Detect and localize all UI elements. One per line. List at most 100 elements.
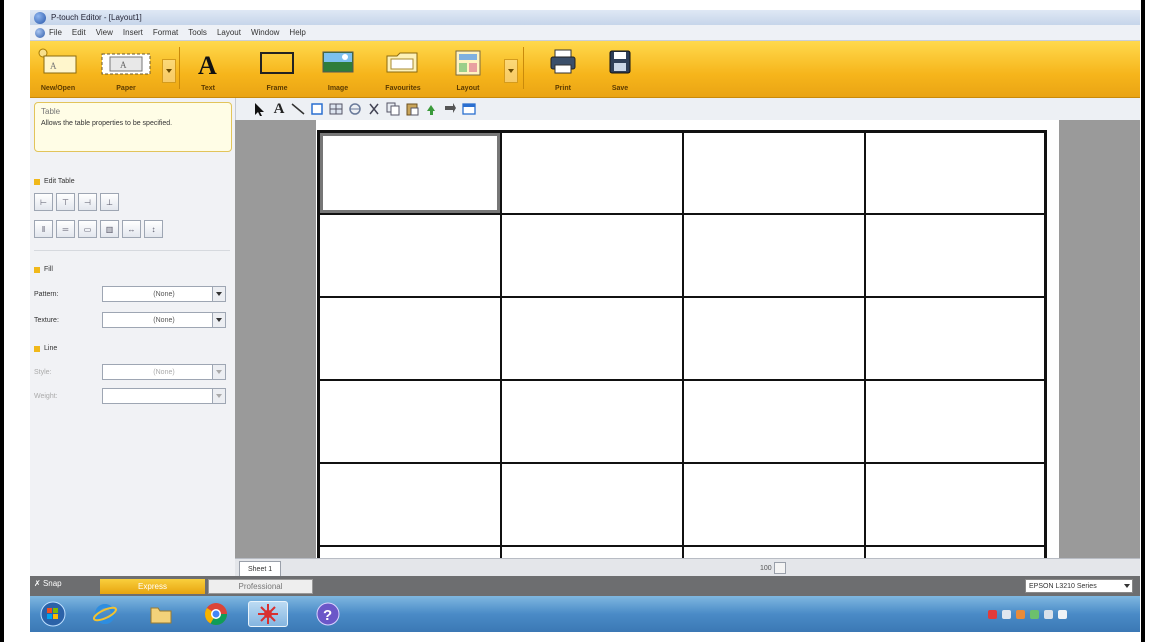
ptouch-taskbar-button[interactable] [248, 601, 288, 627]
table-row-line [320, 213, 1044, 215]
texture-select[interactable]: (None) [102, 312, 226, 328]
equalize-columns-icon[interactable]: ↔ [122, 220, 141, 238]
chevron-down-icon[interactable] [212, 313, 225, 327]
chevron-down-icon[interactable] [1122, 580, 1132, 592]
select-pointer-icon[interactable] [252, 101, 268, 117]
svg-text:A: A [50, 61, 57, 71]
express-label: Express [138, 582, 167, 591]
menu-edit[interactable]: Edit [72, 28, 86, 37]
pattern-select[interactable]: (None) [102, 286, 226, 302]
chevron-down-icon[interactable] [212, 287, 225, 301]
table-object[interactable] [317, 130, 1047, 558]
texture-row: Texture: (None) [34, 312, 226, 328]
chevron-down-icon[interactable] [212, 365, 225, 379]
layout-button[interactable]: Layout [448, 44, 488, 94]
window-title: P-touch Editor - [Layout1] [51, 13, 142, 22]
tooltip-title: Table [41, 107, 61, 116]
undo-icon[interactable] [423, 101, 439, 117]
menu-app-icon[interactable] [35, 27, 45, 38]
tray-power-icon[interactable] [1044, 610, 1053, 619]
file-explorer-icon[interactable] [148, 601, 174, 627]
paper-button[interactable]: A Paper [96, 44, 156, 94]
merge-cells-icon[interactable]: ▭ [78, 220, 97, 238]
chrome-icon[interactable] [203, 601, 229, 627]
start-button-icon[interactable] [40, 601, 66, 627]
svg-text:A: A [198, 51, 217, 78]
texture-value: (None) [153, 316, 175, 324]
selected-table-cell[interactable] [320, 133, 500, 213]
weight-select[interactable] [102, 388, 226, 404]
frame-button[interactable]: Frame [255, 44, 299, 94]
text-button[interactable]: A Text [190, 44, 226, 94]
express-mode-tab[interactable]: Express [100, 579, 205, 594]
zoom-control[interactable]: 100 [760, 562, 786, 574]
properties-icon[interactable] [461, 101, 477, 117]
style-select[interactable]: (None) [102, 364, 226, 380]
menu-window[interactable]: Window [251, 28, 279, 37]
menu-layout[interactable]: Layout [217, 28, 241, 37]
professional-mode-tab[interactable]: Professional [208, 579, 313, 594]
internet-explorer-icon[interactable] [92, 601, 118, 627]
menu-help[interactable]: Help [289, 28, 305, 37]
divider [34, 250, 230, 251]
snap-button[interactable]: ✗ Snap [34, 579, 62, 588]
layout-icon [455, 50, 481, 76]
menu-tools[interactable]: Tools [188, 28, 207, 37]
properties-panel: Table Allows the table properties to be … [30, 98, 236, 576]
dropdown-arrow-icon [166, 69, 172, 73]
redo-icon[interactable] [442, 101, 458, 117]
paste-icon[interactable] [404, 101, 420, 117]
menu-bar: File Edit View Insert Format Tools Layou… [30, 25, 1140, 41]
save-button[interactable]: Save [602, 44, 638, 94]
text-tool-icon[interactable]: A [271, 101, 287, 117]
split-cells-icon[interactable]: ▥ [100, 220, 119, 238]
layout-dropdown[interactable] [504, 59, 518, 83]
insert-row-below-icon[interactable]: ⊥ [100, 193, 119, 211]
layout-canvas[interactable] [235, 120, 1140, 558]
help-support-icon[interactable]: ? [315, 601, 341, 627]
paper-dropdown[interactable] [162, 59, 176, 83]
edit-table-heading: Edit Table [44, 178, 75, 185]
zoom-dropdown-icon[interactable] [773, 562, 786, 574]
copy-icon[interactable] [385, 101, 401, 117]
menu-file[interactable]: File [49, 28, 62, 37]
rectangle-tool-icon[interactable] [309, 101, 325, 117]
new-open-button[interactable]: A New/Open [32, 44, 84, 94]
line-tool-icon[interactable] [290, 101, 306, 117]
insert-column-left-icon[interactable]: ⊢ [34, 193, 53, 211]
line-heading: Line [44, 345, 58, 352]
favourites-button[interactable]: Favourites [375, 44, 431, 94]
windows-taskbar: ? [30, 596, 1140, 632]
chevron-down-icon[interactable] [212, 389, 225, 403]
delete-row-icon[interactable]: ═ [56, 220, 75, 238]
favourites-label: Favourites [385, 85, 421, 92]
tray-security-icon[interactable] [1030, 610, 1039, 619]
delete-column-icon[interactable]: ‖ [34, 220, 53, 238]
menu-insert[interactable]: Insert [123, 28, 143, 37]
paper-label: Paper [116, 85, 136, 92]
tray-network-icon[interactable] [1002, 610, 1011, 619]
symbol-tool-icon[interactable] [347, 101, 363, 117]
edit-table-buttons-row1: ⊢ ⊤ ⊣ ⊥ [34, 193, 122, 211]
table-tool-icon[interactable] [328, 101, 344, 117]
drawing-toolbar: A [235, 98, 1140, 120]
frame-label: Frame [266, 85, 288, 92]
tray-update-icon[interactable] [1016, 610, 1025, 619]
sheet-tab-bar: Sheet 1 100 [235, 558, 1140, 577]
save-icon [609, 50, 631, 74]
printer-select[interactable]: EPSON L3210 Series [1025, 579, 1133, 593]
cut-icon[interactable] [366, 101, 382, 117]
menu-format[interactable]: Format [153, 28, 178, 37]
table-row-line [320, 462, 1044, 464]
print-button[interactable]: Print [545, 44, 581, 94]
insert-row-above-icon[interactable]: ⊤ [56, 193, 75, 211]
sheet-tab[interactable]: Sheet 1 [239, 561, 282, 577]
image-icon [322, 51, 354, 73]
equalize-rows-icon[interactable]: ↕ [144, 220, 163, 238]
image-button[interactable]: Image [320, 44, 356, 94]
menu-view[interactable]: View [96, 28, 113, 37]
line-section: Line [34, 345, 57, 352]
insert-column-right-icon[interactable]: ⊣ [78, 193, 97, 211]
tray-volume-icon[interactable] [1058, 610, 1067, 619]
tray-alert-icon[interactable] [988, 610, 997, 619]
